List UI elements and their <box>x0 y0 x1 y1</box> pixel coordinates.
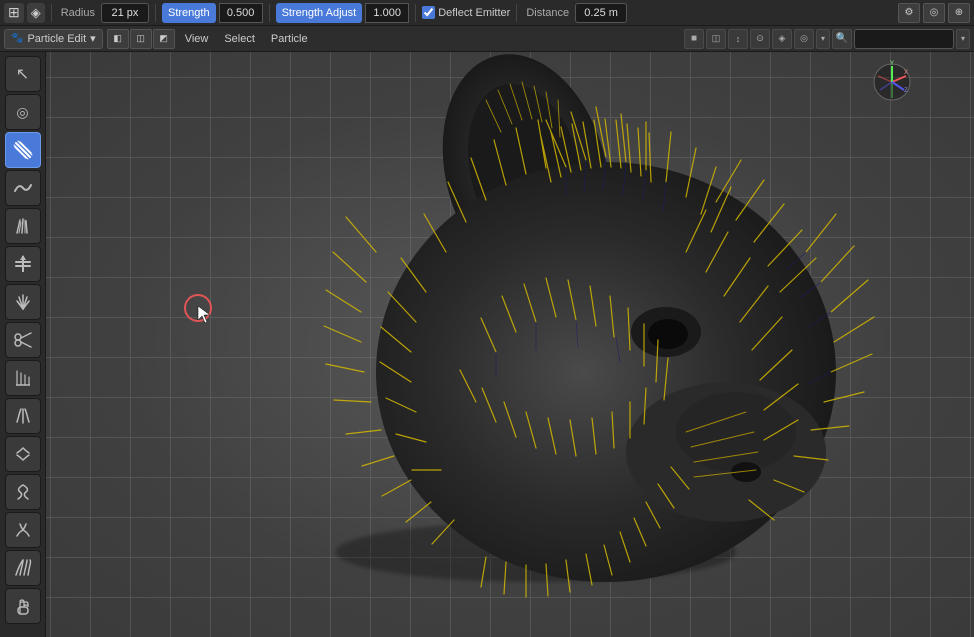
straighten-icon <box>12 405 34 427</box>
overlay-btn[interactable]: ◎ <box>923 3 945 23</box>
radius-input[interactable] <box>101 3 149 23</box>
strength-label: Strength <box>162 3 216 23</box>
grab-icon <box>12 595 34 617</box>
left-toolbar: ↖ ◎ <box>0 52 46 637</box>
distance-section: Distance <box>523 3 627 23</box>
tool-pinch[interactable] <box>5 512 41 548</box>
render-mode-btn[interactable]: ■ <box>684 29 704 49</box>
strength-adjust-label: Strength Adjust <box>276 3 363 23</box>
tool-length[interactable] <box>5 246 41 282</box>
rendered-btn[interactable]: ↕ <box>728 29 748 49</box>
svg-text:X: X <box>904 70 908 76</box>
deflect-emitter-section: Deflect Emitter <box>422 6 510 19</box>
strength-adjust-section: Strength Adjust 1.000 <box>276 3 410 23</box>
editor-dropdown[interactable]: ▾ <box>956 29 970 49</box>
tool-grab[interactable] <box>5 588 41 624</box>
divider-1 <box>51 4 52 22</box>
tool-twist[interactable] <box>5 474 41 510</box>
blender-icon-btn[interactable]: ◈ <box>27 3 45 23</box>
strength-section: Strength 0.500 <box>162 3 263 23</box>
axis-orientation-widget[interactable]: X Y Z <box>870 60 914 104</box>
tool-straighten[interactable] <box>5 398 41 434</box>
push-pull-icon <box>12 443 34 465</box>
deflect-emitter-checkbox[interactable] <box>422 6 435 19</box>
search-input[interactable] <box>854 29 954 49</box>
icon-btn-1[interactable]: ◧ <box>107 29 129 49</box>
radius-label: Radius <box>58 7 98 19</box>
viewport-grid <box>46 52 974 637</box>
mode-dropdown-label: Particle Edit <box>27 33 86 45</box>
icon-btn-2[interactable]: ◫ <box>130 29 152 49</box>
weight-icon <box>12 367 34 389</box>
divider-4 <box>415 4 416 22</box>
divider-5 <box>516 4 517 22</box>
view-settings-btn[interactable]: ⚙ <box>898 3 920 23</box>
add-hair-icon <box>12 215 34 237</box>
svg-text:Y: Y <box>890 61 894 67</box>
svg-text:Z: Z <box>904 88 908 94</box>
pinch-icon <box>12 519 34 541</box>
tool-select[interactable]: ↖ <box>5 56 41 92</box>
particle-menu-btn[interactable]: Particle <box>265 29 314 49</box>
material-btn[interactable]: ◫ <box>706 29 726 49</box>
overlay-mode-btn[interactable]: ◎ <box>794 29 814 49</box>
header-icon-group: ◧ ◫ ◩ <box>107 29 175 49</box>
twist-icon <box>12 481 34 503</box>
camera-btn[interactable]: ⊙ <box>750 29 770 49</box>
view-btn[interactable]: ◈ <box>772 29 792 49</box>
divider-2 <box>155 4 156 22</box>
distance-label: Distance <box>523 7 572 19</box>
cut-icon <box>12 329 34 351</box>
smooth-icon <box>12 177 34 199</box>
search-icon-btn[interactable]: 🔍 <box>832 29 852 49</box>
main-viewport[interactable]: X Y Z <box>46 52 974 637</box>
mode-dropdown[interactable]: 🐾 Particle Edit ▾ <box>4 29 103 49</box>
puff-icon <box>12 291 34 313</box>
mode-bar-right: ■ ◫ ↕ ⊙ ◈ ◎ ▾ 🔍 ▾ <box>684 29 970 49</box>
top-bar: ⊞ ◈ Radius Strength 0.500 Strength Adjus… <box>0 0 974 26</box>
tool-cut[interactable] <box>5 322 41 358</box>
strength-value[interactable]: 0.500 <box>219 3 263 23</box>
overlay-dropdown[interactable]: ▾ <box>816 29 830 49</box>
icon-btn-3[interactable]: ◩ <box>153 29 175 49</box>
tool-comb[interactable] <box>5 132 41 168</box>
deflect-emitter-label[interactable]: Deflect Emitter <box>422 6 510 19</box>
length-icon <box>12 253 34 275</box>
tool-select-circle[interactable]: ◎ <box>5 94 41 130</box>
tool-smooth[interactable] <box>5 170 41 206</box>
select-menu-btn[interactable]: Select <box>218 29 261 49</box>
tool-push-pull[interactable] <box>5 436 41 472</box>
mode-dropdown-icon: 🐾 <box>11 33 23 44</box>
comb-icon <box>12 139 34 161</box>
tool-weight[interactable] <box>5 360 41 396</box>
tool-puff[interactable] <box>5 284 41 320</box>
distance-input[interactable] <box>575 3 627 23</box>
view-menu-btn[interactable]: View <box>179 29 215 49</box>
comb2-icon <box>12 557 34 579</box>
mode-dropdown-arrow: ▾ <box>90 32 96 45</box>
top-bar-right: ⚙ ◎ ⊕ <box>898 3 970 23</box>
gizmo-btn[interactable]: ⊕ <box>948 3 970 23</box>
workspace-btn[interactable]: ⊞ <box>4 3 24 23</box>
radius-section: Radius <box>58 3 149 23</box>
tool-comb2[interactable] <box>5 550 41 586</box>
divider-3 <box>269 4 270 22</box>
tool-add[interactable] <box>5 208 41 244</box>
mode-bar: 🐾 Particle Edit ▾ ◧ ◫ ◩ View Select Part… <box>0 26 974 52</box>
strength-adjust-value[interactable]: 1.000 <box>365 3 409 23</box>
